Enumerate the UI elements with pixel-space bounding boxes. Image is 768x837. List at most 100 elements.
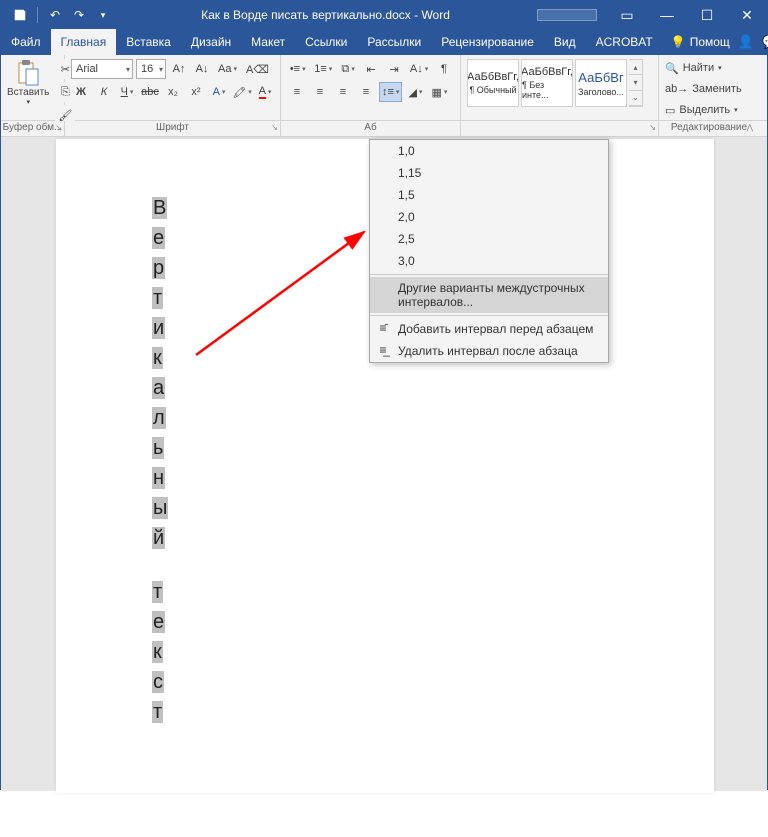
save-icon[interactable] bbox=[9, 4, 31, 26]
paste-button[interactable]: Вставить ▾ bbox=[7, 59, 49, 106]
show-marks-icon[interactable]: ¶ bbox=[434, 59, 454, 79]
highlight-icon[interactable]: 🖍 bbox=[232, 82, 252, 102]
font-color-icon[interactable]: A bbox=[255, 82, 275, 102]
underline-icon[interactable]: Ч bbox=[117, 82, 137, 102]
tab-layout[interactable]: Макет bbox=[241, 29, 295, 55]
decrease-indent-icon[interactable]: ⇤ bbox=[361, 59, 381, 79]
bullets-icon[interactable]: •≡ bbox=[287, 59, 308, 79]
ribbon-slider[interactable] bbox=[537, 9, 597, 21]
style-label: Заголово... bbox=[578, 87, 624, 97]
style-normal[interactable]: АаБбВвГг, ¶ Обычный bbox=[467, 59, 519, 107]
group-label-clipboard: Буфер обм...↘ bbox=[1, 121, 65, 136]
replace-button[interactable]: ab→ Заменить bbox=[665, 80, 753, 98]
style-label: ¶ Без инте... bbox=[522, 80, 572, 100]
align-left-icon[interactable]: ≡ bbox=[287, 82, 307, 102]
select-label: Выделить bbox=[679, 104, 730, 116]
align-center-icon[interactable]: ≡ bbox=[310, 82, 330, 102]
group-editing: 🔍 Найти ▾ ab→ Заменить ▭ Выделить ▾ bbox=[659, 55, 759, 120]
minimize-button[interactable]: — bbox=[647, 1, 687, 29]
tab-view[interactable]: Вид bbox=[544, 29, 586, 55]
add-space-before-icon: ≡̄ bbox=[376, 321, 390, 335]
document-area: Вертикальныйтекст 1,0 1,15 1,5 2,0 2,5 3… bbox=[1, 137, 767, 791]
ls-option-2-0[interactable]: 2,0 bbox=[370, 206, 608, 228]
tell-me-label: Помощ bbox=[690, 35, 730, 49]
tab-review[interactable]: Рецензирование bbox=[431, 29, 544, 55]
group-paragraph: •≡ 1≡ ⧉ ⇤ ⇥ A↓ ¶ ≡ ≡ ≡ ≡ ↕≡ ◢ ▦ bbox=[281, 55, 461, 120]
ls-more-options[interactable]: Другие варианты междустрочных интервалов… bbox=[370, 277, 608, 313]
ls-option-1-0[interactable]: 1,0 bbox=[370, 140, 608, 162]
maximize-button[interactable]: ☐ bbox=[687, 1, 727, 29]
line-spacing-icon[interactable]: ↕≡ bbox=[379, 82, 402, 102]
style-sample: АаБбВвГг, bbox=[467, 71, 519, 83]
borders-icon[interactable]: ▦ bbox=[428, 82, 450, 102]
italic-icon[interactable]: К bbox=[94, 82, 114, 102]
multilevel-icon[interactable]: ⧉ bbox=[338, 59, 358, 79]
share-icon[interactable]: 👤 bbox=[738, 34, 754, 50]
style-heading1[interactable]: АаБбВг Заголово... bbox=[575, 59, 627, 107]
grow-font-icon[interactable]: A↑ bbox=[169, 59, 189, 79]
tell-me[interactable]: 💡 Помощ bbox=[663, 29, 738, 55]
vertical-text-selection[interactable]: Вертикальныйтекст bbox=[152, 197, 168, 731]
style-sample: АаБбВг bbox=[578, 70, 623, 85]
justify-icon[interactable]: ≡ bbox=[356, 82, 376, 102]
find-label: Найти bbox=[683, 62, 714, 74]
group-label-paragraph: Аб bbox=[281, 121, 461, 136]
ls-remove-after[interactable]: ≡̲Удалить интервал после абзаца bbox=[370, 340, 608, 362]
numbering-icon[interactable]: 1≡ bbox=[311, 59, 335, 79]
tab-design[interactable]: Дизайн bbox=[181, 29, 241, 55]
group-font: Arial 16 A↑ A↓ Aa A⌫ Ж К Ч abc x₂ x² A 🖍… bbox=[65, 55, 281, 120]
ls-option-3-0[interactable]: 3,0 bbox=[370, 250, 608, 272]
ribbon: Вставить ▾ ✂ ⎘ 🖌 Arial 16 A↑ A↓ Aa A⌫ Ж … bbox=[1, 55, 767, 121]
qat-more-icon[interactable]: ▾ bbox=[92, 4, 114, 26]
ls-option-1-15[interactable]: 1,15 bbox=[370, 162, 608, 184]
remove-space-after-icon: ≡̲ bbox=[376, 343, 390, 357]
undo-icon[interactable]: ↶ bbox=[44, 4, 66, 26]
comments-icon[interactable]: 💬 bbox=[762, 34, 768, 50]
bold-icon[interactable]: Ж bbox=[71, 82, 91, 102]
style-sample: АаБбВвГг, bbox=[521, 66, 573, 78]
align-right-icon[interactable]: ≡ bbox=[333, 82, 353, 102]
ls-add-before[interactable]: ≡̄Добавить интервал перед абзацем bbox=[370, 318, 608, 340]
superscript-icon[interactable]: x² bbox=[186, 82, 206, 102]
tab-mailings[interactable]: Рассылки bbox=[357, 29, 431, 55]
line-spacing-dropdown: 1,0 1,15 1,5 2,0 2,5 3,0 Другие варианты… bbox=[369, 139, 609, 363]
text-effects-icon[interactable]: A bbox=[209, 82, 229, 102]
subscript-icon[interactable]: x₂ bbox=[163, 82, 183, 102]
group-label-editing: Редактирование⋀ bbox=[659, 121, 759, 136]
select-button[interactable]: ▭ Выделить ▾ bbox=[665, 101, 753, 119]
paste-label: Вставить bbox=[7, 87, 49, 98]
font-name-combo[interactable]: Arial bbox=[71, 59, 133, 79]
tab-acrobat[interactable]: ACROBAT bbox=[586, 29, 663, 55]
redo-icon[interactable]: ↷ bbox=[68, 4, 90, 26]
strike-icon[interactable]: abc bbox=[140, 82, 160, 102]
styles-gallery-more[interactable]: ▴▾⌄ bbox=[629, 59, 643, 107]
tab-references[interactable]: Ссылки bbox=[295, 29, 357, 55]
ribbon-display-icon[interactable]: ▭ bbox=[607, 1, 647, 29]
group-label-font: Шрифт↘ bbox=[65, 121, 281, 136]
tab-home[interactable]: Главная bbox=[51, 29, 117, 55]
ribbon-group-labels: Буфер обм...↘ Шрифт↘ Аб ↘ Редактирование… bbox=[1, 121, 767, 137]
group-label-styles: ↘ bbox=[461, 121, 659, 136]
title-bar: ↶ ↷ ▾ Как в Ворде писать вертикально.doc… bbox=[1, 1, 767, 29]
ls-option-2-5[interactable]: 2,5 bbox=[370, 228, 608, 250]
font-size-combo[interactable]: 16 bbox=[136, 59, 166, 79]
window-controls: ▭ — ☐ ✕ bbox=[607, 1, 767, 29]
find-button[interactable]: 🔍 Найти ▾ bbox=[665, 59, 753, 77]
window-title: Как в Ворде писать вертикально.docx - Wo… bbox=[114, 8, 537, 22]
style-no-spacing[interactable]: АаБбВвГг, ¶ Без инте... bbox=[521, 59, 573, 107]
quick-access-toolbar: ↶ ↷ ▾ bbox=[1, 4, 114, 26]
change-case-icon[interactable]: Aa bbox=[215, 59, 240, 79]
group-clipboard: Вставить ▾ ✂ ⎘ 🖌 bbox=[1, 55, 65, 120]
shading-icon[interactable]: ◢ bbox=[405, 82, 425, 102]
increase-indent-icon[interactable]: ⇥ bbox=[384, 59, 404, 79]
tab-insert[interactable]: Вставка bbox=[116, 29, 181, 55]
sort-icon[interactable]: A↓ bbox=[407, 59, 431, 79]
ribbon-tabs: Файл Главная Вставка Дизайн Макет Ссылки… bbox=[1, 29, 767, 55]
close-button[interactable]: ✕ bbox=[727, 1, 767, 29]
clear-formatting-icon[interactable]: A⌫ bbox=[243, 59, 272, 79]
group-styles: АаБбВвГг, ¶ Обычный АаБбВвГг, ¶ Без инте… bbox=[461, 55, 659, 120]
ls-option-1-5[interactable]: 1,5 bbox=[370, 184, 608, 206]
shrink-font-icon[interactable]: A↓ bbox=[192, 59, 212, 79]
replace-label: Заменить bbox=[692, 83, 741, 95]
tab-file[interactable]: Файл bbox=[1, 29, 51, 55]
